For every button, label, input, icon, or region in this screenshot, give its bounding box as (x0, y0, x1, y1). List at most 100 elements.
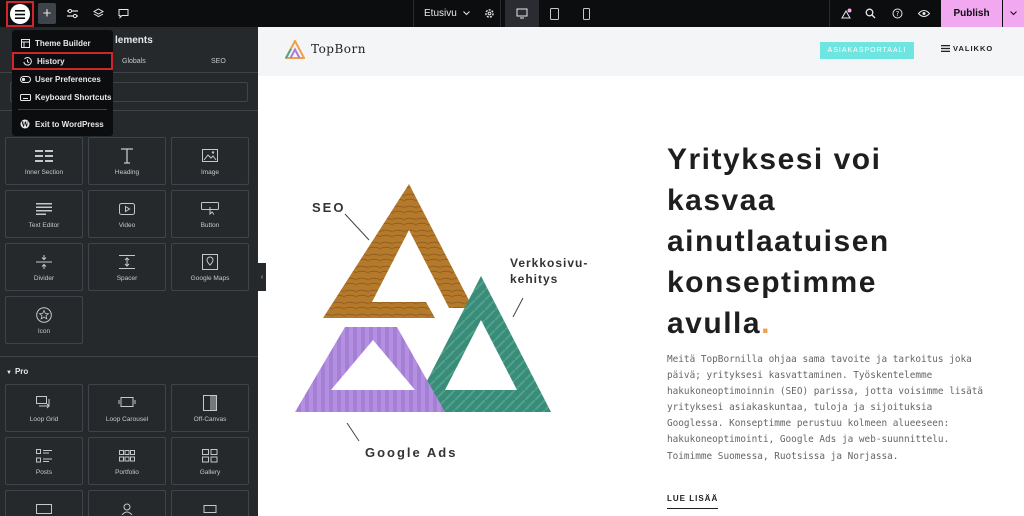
chevron-left-icon: ‹ (260, 273, 264, 281)
menu-item-theme-builder[interactable]: Theme Builder (12, 34, 113, 52)
star-icon (36, 306, 52, 324)
loop-grid-icon (36, 394, 52, 412)
divider (829, 0, 830, 27)
widget-gallery[interactable]: Gallery (171, 437, 249, 485)
menu-divider (18, 109, 107, 110)
divider (500, 0, 501, 27)
customer-portal-button[interactable]: ASIAKASPORTAALI (820, 42, 914, 59)
hero-paragraph: Meitä TopBornilla ohjaa sama tavoite ja … (667, 354, 984, 462)
widget-label: Button (200, 221, 220, 229)
widget-partial[interactable] (88, 490, 166, 516)
add-icon: + (42, 5, 52, 22)
widget-portfolio[interactable]: Portfolio (88, 437, 166, 485)
google-maps-icon (202, 253, 218, 271)
tab-globals[interactable]: Globals (122, 58, 146, 65)
publish-button[interactable]: Publish (941, 0, 1002, 27)
widget-posts[interactable]: Posts (5, 437, 83, 485)
divider-icon (36, 253, 52, 271)
tablet-view-button[interactable] (537, 0, 571, 27)
widget-label: Text Editor (28, 221, 60, 229)
form-icon (36, 500, 52, 516)
widget-label: Portfolio (115, 468, 139, 476)
preview-eye-icon (918, 10, 930, 17)
widget-label: Icon (37, 327, 51, 335)
off-canvas-icon (203, 394, 217, 412)
collapse-panel-button[interactable]: ‹ (258, 263, 266, 291)
comments-button[interactable] (115, 3, 131, 24)
mobile-icon (582, 7, 590, 20)
loop-carousel-icon (118, 394, 136, 412)
menu-item-user-preferences[interactable]: User Preferences (12, 70, 113, 88)
elementor-main-menu: Theme Builder History User Preferences K… (12, 30, 113, 136)
widget-icon[interactable]: Icon (5, 296, 83, 344)
hero-headline: Yrityksesi voi kasvaa ainutlaatuisen kon… (667, 139, 967, 344)
services-triangle-graphic (295, 184, 551, 412)
structure-layers-icon (92, 8, 104, 18)
inner-section-icon (35, 147, 53, 165)
preview-button[interactable] (916, 3, 932, 24)
widget-partial[interactable] (5, 490, 83, 516)
button-icon (201, 200, 219, 218)
menu-item-label: User Preferences (35, 74, 101, 84)
caret-down-icon: ▼ (6, 370, 12, 376)
structure-button[interactable] (90, 3, 106, 24)
notifications-button[interactable] (838, 3, 854, 24)
publish-options-button[interactable] (1003, 0, 1024, 27)
menu-item-label: History (37, 56, 65, 66)
read-more-link[interactable]: LUE LISÄÄ (667, 494, 719, 509)
posts-icon (36, 447, 52, 465)
widget-label: Loop Grid (29, 415, 59, 423)
elementor-menu-button[interactable] (6, 1, 34, 27)
user-preferences-icon (19, 75, 31, 83)
spacer-icon (119, 253, 135, 271)
elementor-menu-icon (10, 4, 30, 24)
menu-item-exit-wordpress[interactable]: W Exit to WordPress (12, 115, 113, 133)
menu-item-keyboard-shortcuts[interactable]: Keyboard Shortcuts (12, 88, 113, 106)
widget-partial[interactable] (171, 490, 249, 516)
theme-builder-icon (19, 38, 31, 48)
widget-video[interactable]: Video (88, 190, 166, 238)
menu-item-history[interactable]: History (12, 52, 113, 70)
widget-heading[interactable]: Heading (88, 137, 166, 185)
gallery-icon (202, 447, 218, 465)
site-settings-button[interactable] (64, 3, 80, 24)
help-icon: ? (892, 8, 902, 19)
widget-button[interactable]: Button (171, 190, 249, 238)
settings-gear-icon[interactable] (484, 8, 495, 19)
nav-menu-icon (202, 500, 218, 516)
widget-spacer[interactable]: Spacer (88, 243, 166, 291)
widget-text-editor[interactable]: Text Editor (5, 190, 83, 238)
widget-divider[interactable]: Divider (5, 243, 83, 291)
widget-label: Off-Canvas (193, 415, 227, 423)
help-button[interactable]: ? (889, 3, 905, 24)
seo-triangle (323, 184, 473, 318)
mobile-view-button[interactable] (569, 0, 603, 27)
graphic-label-seo: SEO (312, 200, 346, 215)
keyboard-icon (19, 93, 31, 101)
widget-label: Inner Section (24, 168, 64, 176)
widget-label: Video (118, 221, 136, 229)
pro-section-toggle[interactable]: ▼ Pro (6, 367, 28, 376)
add-element-button[interactable]: + (38, 3, 56, 24)
widget-label: Heading (114, 168, 140, 176)
topborn-logo-icon[interactable] (285, 40, 305, 60)
site-logo[interactable]: TopBorn (311, 42, 366, 56)
site-menu-label: VALIKKO (953, 44, 994, 53)
widget-label: Google Maps (190, 274, 230, 282)
site-menu-toggle[interactable]: VALIKKO (941, 44, 993, 53)
page-selector[interactable]: Etusivu (414, 0, 500, 27)
desktop-icon (516, 8, 528, 19)
widget-loop-grid[interactable]: Loop Grid (5, 384, 83, 432)
svg-text:W: W (20, 121, 29, 129)
widget-inner-section[interactable]: Inner Section (5, 137, 83, 185)
widget-off-canvas[interactable]: Off-Canvas (171, 384, 249, 432)
menu-item-label: Keyboard Shortcuts (35, 92, 112, 102)
login-icon (120, 500, 134, 516)
search-button[interactable] (862, 3, 878, 24)
widget-google-maps[interactable]: Google Maps (171, 243, 249, 291)
widget-loop-carousel[interactable]: Loop Carousel (88, 384, 166, 432)
desktop-view-button[interactable] (505, 0, 539, 27)
tab-seo[interactable]: SEO (211, 58, 226, 65)
widget-image[interactable]: Image (171, 137, 249, 185)
search-icon (865, 8, 875, 19)
